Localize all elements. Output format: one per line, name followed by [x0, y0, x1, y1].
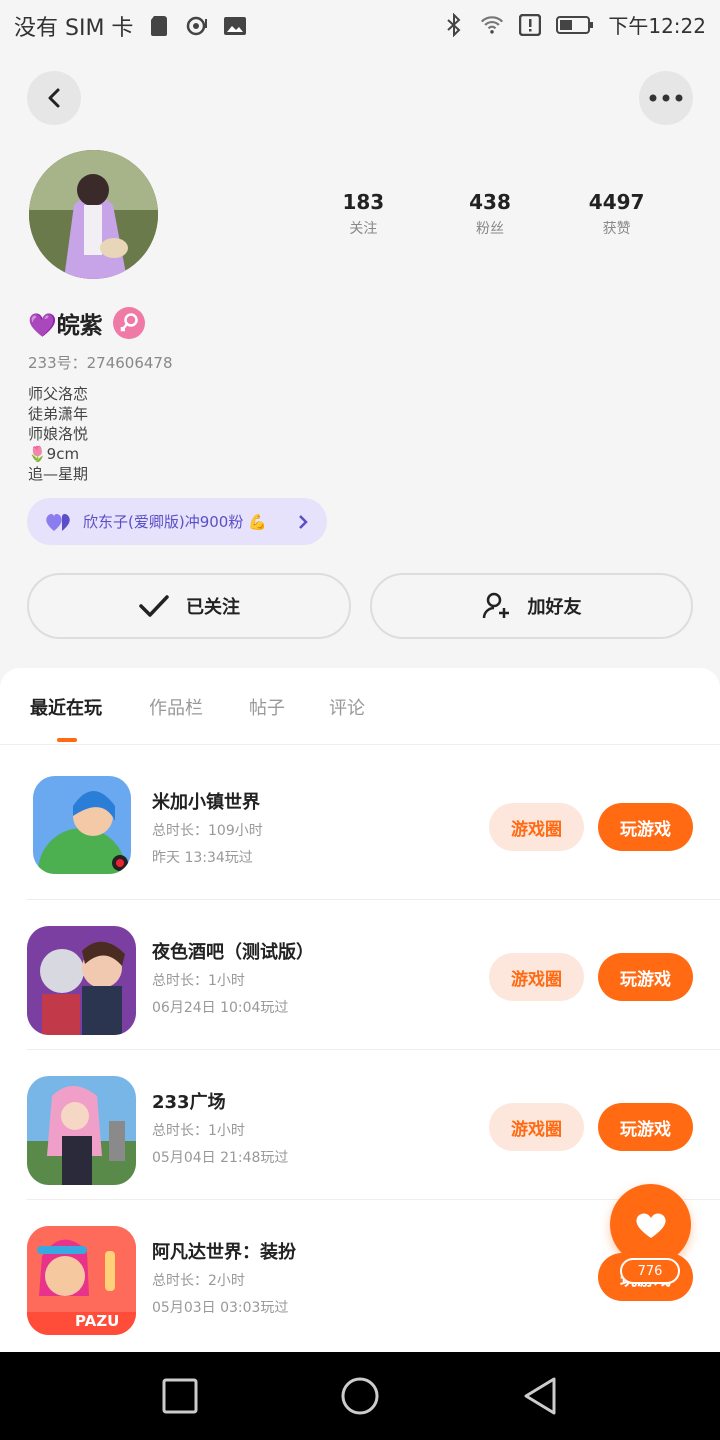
radio-icon: [185, 14, 209, 38]
alert-icon: [518, 13, 542, 37]
followed-button[interactable]: 已关注: [27, 573, 351, 639]
bio-line: 🌷9cm: [28, 445, 80, 463]
tab-posts[interactable]: 帖子: [249, 694, 285, 720]
more-button[interactable]: [639, 71, 693, 125]
tab-works[interactable]: 作品栏: [149, 694, 203, 720]
recents-icon[interactable]: [162, 1378, 198, 1414]
battery-icon: [556, 13, 594, 37]
game-title: 夜色酒吧（测试版）: [152, 942, 314, 963]
sd-card-icon: [147, 14, 171, 38]
followed-label: 已关注: [186, 597, 240, 618]
system-nav-bar: [0, 1352, 720, 1440]
game-icon[interactable]: [33, 776, 131, 874]
list-item[interactable]: 米加小镇世界 总时长：109小时 昨天 13:34玩过 游戏圈 玩游戏: [0, 750, 720, 900]
more-dots-icon: [649, 94, 683, 102]
game-duration: 总时长：109小时: [152, 823, 263, 839]
game-icon[interactable]: PAZU: [27, 1226, 136, 1335]
game-circle-button[interactable]: 游戏圈: [489, 803, 584, 851]
list-item[interactable]: 233广场 总时长：1小时 05月04日 21:48玩过 游戏圈 玩游戏: [0, 1050, 720, 1200]
game-last-played: 05月03日 03:03玩过: [152, 1300, 289, 1316]
game-title: 阿凡达世界：装扮: [152, 1242, 296, 1263]
game-circle-button[interactable]: 游戏圈: [489, 1103, 584, 1151]
checkmark-icon: [139, 595, 169, 617]
stat-label: 获赞: [602, 221, 631, 237]
game-last-played: 昨天 13:34玩过: [152, 850, 253, 866]
user-name: 💜皖紫: [28, 313, 103, 339]
game-icon[interactable]: [27, 926, 136, 1035]
image-icon: [223, 14, 247, 38]
avatar-image: [29, 150, 158, 279]
chevron-right-icon: [299, 514, 308, 529]
content-panel: 最近在玩 作品栏 帖子 评论 米加小镇世界 总时长：109小时 昨天 13:34…: [0, 668, 720, 1352]
game-meta: 总时长：2小时 05月03日 03:03玩过: [152, 1268, 288, 1322]
tab-bar: 最近在玩 作品栏 帖子 评论: [0, 668, 720, 745]
back-triangle-icon[interactable]: [522, 1376, 558, 1416]
bio-line: 徒弟潇年: [28, 405, 89, 423]
play-game-button[interactable]: 玩游戏: [598, 803, 693, 851]
game-duration: 总时长：1小时: [152, 1123, 245, 1139]
fan-group-pill[interactable]: 欣东子(爱卿版)冲900粉 💪: [27, 498, 327, 545]
game-last-played: 05月04日 21:48玩过: [152, 1150, 289, 1166]
game-title: 米加小镇世界: [152, 792, 260, 813]
stat-followers[interactable]: 438 粉丝: [435, 190, 545, 238]
wifi-icon: [480, 13, 504, 37]
tab-indicator: [57, 738, 77, 742]
stat-likes[interactable]: 4497 获赞: [562, 190, 672, 238]
like-fab[interactable]: [610, 1184, 691, 1265]
name-row: 💜皖紫: [28, 306, 145, 340]
game-title: 233广场: [152, 1092, 226, 1113]
back-button[interactable]: [27, 71, 81, 125]
female-icon: [112, 307, 145, 339]
fan-group-label: 欣东子(爱卿版)冲900粉 💪: [83, 513, 267, 531]
like-count: 776: [620, 1258, 680, 1284]
play-game-button[interactable]: 玩游戏: [598, 953, 693, 1001]
stat-value: 4497: [588, 190, 645, 214]
bio-line: 师娘洛悦: [28, 425, 89, 443]
list-item[interactable]: 夜色酒吧（测试版） 总时长：1小时 06月24日 10:04玩过 游戏圈 玩游戏: [0, 900, 720, 1050]
stat-label: 粉丝: [475, 221, 504, 237]
game-meta: 总时长：1小时 05月04日 21:48玩过: [152, 1118, 288, 1172]
bio-line: 追—星期: [28, 465, 89, 483]
stat-label: 关注: [349, 221, 378, 237]
heart-icon: [635, 1212, 666, 1238]
carrier-label: 没有 SIM 卡: [14, 16, 134, 41]
tab-recent[interactable]: 最近在玩: [30, 694, 102, 720]
add-friend-button[interactable]: 加好友: [370, 573, 693, 639]
add-user-icon: [482, 592, 509, 619]
profile-stats: 183 关注 438 粉丝 4497 获赞: [300, 190, 680, 238]
bio: 师父洛恋 徒弟潇年 师娘洛悦 🌷9cm 追—星期: [28, 384, 88, 484]
play-game-button[interactable]: 玩游戏: [598, 1103, 693, 1151]
add-friend-label: 加好友: [527, 597, 582, 618]
game-icon[interactable]: [27, 1076, 136, 1185]
game-duration: 总时长：2小时: [152, 1273, 245, 1289]
clock: 下午12:22: [608, 14, 706, 38]
home-icon[interactable]: [340, 1376, 380, 1416]
game-last-played: 06月24日 10:04玩过: [152, 1000, 289, 1016]
stat-value: 438: [469, 190, 511, 214]
stat-value: 183: [342, 190, 385, 214]
avatar[interactable]: [29, 150, 158, 279]
game-icon-label: PAZU: [75, 1312, 120, 1330]
bluetooth-icon: [442, 12, 466, 37]
tab-comments[interactable]: 评论: [329, 694, 365, 720]
double-heart-icon: [46, 513, 70, 531]
game-meta: 总时长：109小时 昨天 13:34玩过: [152, 818, 263, 872]
user-id: 233号：274606478: [28, 354, 173, 372]
chevron-left-icon: [48, 88, 60, 108]
status-bar: 没有 SIM 卡 下午12:22: [0, 0, 720, 50]
game-circle-button[interactable]: 游戏圈: [489, 953, 584, 1001]
stat-following[interactable]: 183 关注: [308, 190, 418, 238]
bio-line: 师父洛恋: [28, 385, 89, 403]
game-duration: 总时长：1小时: [152, 973, 245, 989]
game-meta: 总时长：1小时 06月24日 10:04玩过: [152, 968, 288, 1022]
